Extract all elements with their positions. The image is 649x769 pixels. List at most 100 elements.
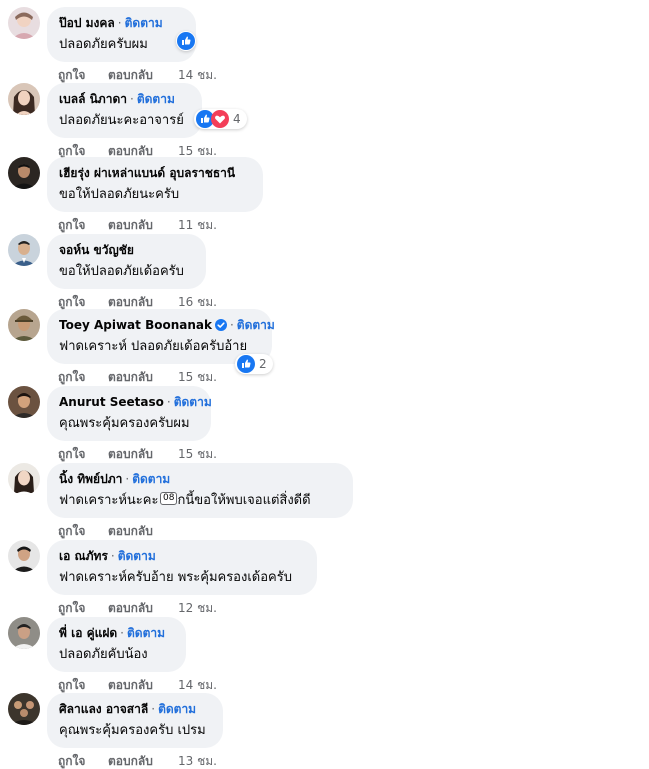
reply-action[interactable]: ตอบกลับ: [108, 369, 178, 385]
separator-dot: ·: [117, 16, 122, 30]
follow-link[interactable]: ติดตาม: [237, 318, 275, 332]
thumbs-up-icon: [237, 355, 255, 373]
comment-actions: ถูกใจ ตอบกลับ 11 ชม.: [58, 217, 217, 233]
comment-text: ขอให้ปลอดภัยนะครับ: [59, 187, 180, 202]
comment-timestamp[interactable]: 15 ชม.: [178, 369, 217, 385]
avatar[interactable]: [8, 157, 40, 189]
comment-text: ขอให้ปลอดภัยเด้อครับ: [59, 264, 184, 279]
comment-bubble: ป๊อป มงคล · ติดตาม ปลอดภัยครับผม: [47, 7, 196, 62]
comment-author[interactable]: Anurut Seetaso: [59, 395, 164, 409]
comment-actions: ถูกใจ ตอบกลับ 14 ชม.: [58, 677, 217, 693]
like-action[interactable]: ถูกใจ: [58, 523, 108, 539]
comment-text: ฟาดเคราะห์ครับอ้าย พระคุ้มครองเด้อครับ: [59, 570, 292, 585]
comment-actions: ถูกใจ ตอบกลับ: [58, 523, 178, 539]
avatar[interactable]: [8, 463, 40, 495]
comment-timestamp[interactable]: 11 ชม.: [178, 217, 217, 233]
separator-dot: ·: [125, 472, 130, 486]
comment-timestamp[interactable]: 14 ชม.: [178, 677, 217, 693]
follow-link[interactable]: ติดตาม: [125, 16, 163, 30]
like-action[interactable]: ถูกใจ: [58, 600, 108, 616]
like-action[interactable]: ถูกใจ: [58, 369, 108, 385]
follow-link[interactable]: ติดตาม: [127, 626, 165, 640]
reply-action[interactable]: ตอบกลับ: [108, 294, 178, 310]
comment-text: ปลอดภัยครับผม: [59, 37, 148, 52]
comment-author[interactable]: ป๊อป มงคล: [59, 16, 115, 30]
reply-action[interactable]: ตอบกลับ: [108, 446, 178, 462]
comment-author[interactable]: เอ ณภัทร: [59, 549, 108, 563]
separator-dot: ·: [130, 92, 134, 106]
comment-text: ฟาดเคราะห์ ปลอดภัยเด้อครับอ้าย: [59, 339, 248, 354]
reply-action[interactable]: ตอบกลับ: [108, 217, 178, 233]
separator-dot: ·: [229, 318, 234, 332]
avatar[interactable]: [8, 617, 40, 649]
avatar[interactable]: [8, 234, 40, 266]
comment-actions: ถูกใจ ตอบกลับ 16 ชม.: [58, 294, 217, 310]
comment-actions: ถูกใจ ตอบกลับ 15 ชม.: [58, 446, 217, 462]
comment-author[interactable]: เฮียรุ่ง ผ่าเหล่าแบนด์ อุบลราชธานี: [59, 166, 235, 180]
separator-dot: ·: [120, 626, 124, 640]
comment-bubble: เฮียรุ่ง ผ่าเหล่าแบนด์ อุบลราชธานี ขอให้…: [47, 157, 263, 212]
follow-link[interactable]: ติดตาม: [158, 702, 196, 716]
avatar[interactable]: [8, 309, 40, 341]
comment-bubble: พี่ เอ คู่แฝด · ติดตาม ปลอดภัยคับน้อง: [47, 617, 186, 672]
comment-actions: ถูกใจ ตอบกลับ 14 ชม.: [58, 67, 217, 83]
reaction-count: 2: [259, 357, 267, 371]
comment-actions: ถูกใจ ตอบกลับ 13 ชม.: [58, 753, 217, 769]
reply-action[interactable]: ตอบกลับ: [108, 677, 178, 693]
comment-timestamp[interactable]: 12 ชม.: [178, 600, 217, 616]
comment-author[interactable]: ศิลาแลง อาจสาลี: [59, 702, 148, 716]
follow-link[interactable]: ติดตาม: [174, 395, 212, 409]
reply-action[interactable]: ตอบกลับ: [108, 67, 178, 83]
avatar[interactable]: [8, 83, 40, 115]
comment-author[interactable]: Toey Apiwat Boonanak: [59, 318, 212, 332]
follow-link[interactable]: ติดตาม: [132, 472, 170, 486]
comment-text: คุณพระคุ้มครองครับผม: [59, 416, 190, 431]
comment-author[interactable]: นิ้ง ทิพย์ปภา: [59, 472, 122, 486]
follow-link[interactable]: ติดตาม: [137, 92, 175, 106]
like-action[interactable]: ถูกใจ: [58, 446, 108, 462]
like-action[interactable]: ถูกใจ: [58, 753, 108, 769]
comment-author[interactable]: จอห์น ขวัญชัย: [59, 243, 134, 257]
like-action[interactable]: ถูกใจ: [58, 217, 108, 233]
overlay-chip: 08: [160, 492, 178, 505]
like-action[interactable]: ถูกใจ: [58, 294, 108, 310]
comment-bubble: ศิลาแลง อาจสาลี · ติดตาม คุณพระคุ้มครองครั…: [47, 693, 223, 748]
avatar[interactable]: [8, 693, 40, 725]
reaction-summary[interactable]: 4: [194, 109, 247, 129]
like-action[interactable]: ถูกใจ: [58, 677, 108, 693]
comment-bubble: เอ ณภัทร · ติดตาม ฟาดเคราะห์ครับอ้าย พระคุ…: [47, 540, 317, 595]
thumbs-up-icon: [177, 32, 195, 50]
avatar[interactable]: [8, 386, 40, 418]
comment-text: ฟาดเคราะห์นะคะ จากนี้ขอให้พบเจอแต่สิ่งดี…: [59, 493, 311, 508]
follow-link[interactable]: ติดตาม: [118, 549, 156, 563]
comment-timestamp[interactable]: 13 ชม.: [178, 753, 217, 769]
comment-author[interactable]: เบลล์ นิภาดา: [59, 92, 127, 106]
comment-timestamp[interactable]: 16 ชม.: [178, 294, 217, 310]
reaction-summary[interactable]: [176, 31, 196, 51]
reaction-summary[interactable]: 2: [235, 354, 273, 374]
reply-action[interactable]: ตอบกลับ: [108, 523, 178, 539]
comment-bubble: จอห์น ขวัญชัย ขอให้ปลอดภัยเด้อครับ: [47, 234, 206, 289]
reply-action[interactable]: ตอบกลับ: [108, 753, 178, 769]
separator-dot: ·: [166, 395, 171, 409]
comment-actions: ถูกใจ ตอบกลับ 15 ชม.: [58, 369, 217, 385]
comment-text: ปลอดภัยคับน้อง: [59, 647, 148, 662]
comment-text: คุณพระคุ้มครองครับ เปรม: [59, 723, 206, 738]
avatar[interactable]: [8, 7, 40, 39]
like-action[interactable]: ถูกใจ: [58, 67, 108, 83]
comment-author[interactable]: พี่ เอ คู่แฝด: [59, 626, 117, 640]
comment-bubble: นิ้ง ทิพย์ปภา · ติดตาม ฟาดเคราะห์นะคะ จากน…: [47, 463, 353, 518]
comment-bubble: เบลล์ นิภาดา · ติดตาม ปลอดภัยนะคะอาจารย์: [47, 83, 202, 138]
avatar[interactable]: [8, 540, 40, 572]
heart-icon: [211, 110, 229, 128]
reaction-count: 4: [233, 112, 241, 126]
verified-badge-icon: [214, 319, 227, 331]
separator-dot: ·: [151, 702, 156, 716]
separator-dot: ·: [110, 549, 115, 563]
comment-timestamp[interactable]: 15 ชม.: [178, 446, 217, 462]
reply-action[interactable]: ตอบกลับ: [108, 600, 178, 616]
comment-text: ปลอดภัยนะคะอาจารย์: [59, 113, 184, 128]
comment-bubble: Anurut Seetaso · ติดตาม คุณพระคุ้มครองครับ…: [47, 386, 212, 441]
comment-timestamp[interactable]: 14 ชม.: [178, 67, 217, 83]
comment-actions: ถูกใจ ตอบกลับ 12 ชม.: [58, 600, 217, 616]
